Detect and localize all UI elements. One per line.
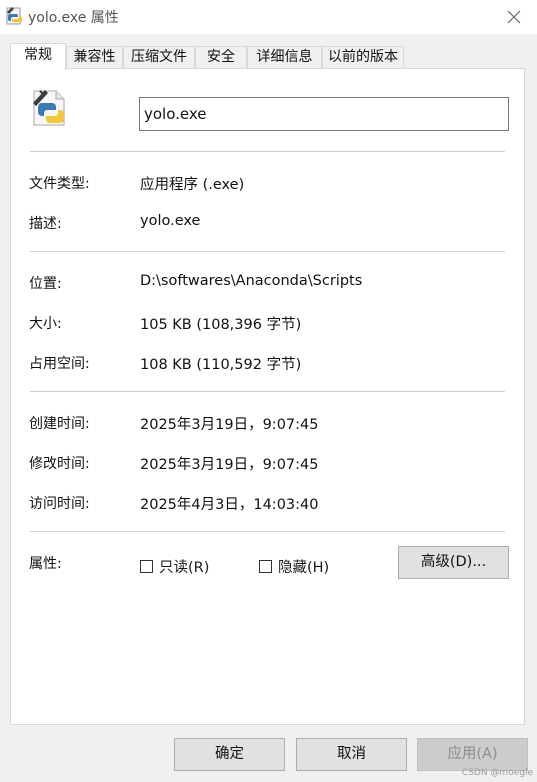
tab-general[interactable]: 常规 bbox=[10, 43, 66, 70]
modified-value: 2025年3月19日，9:07:45 bbox=[140, 457, 319, 473]
close-button[interactable] bbox=[491, 0, 537, 34]
title-bar: yolo.exe 属性 bbox=[0, 0, 537, 34]
cancel-button[interactable]: 取消 bbox=[296, 738, 407, 771]
attributes-label: 属性: bbox=[29, 556, 62, 572]
size-label: 大小: bbox=[29, 316, 62, 332]
apply-button[interactable]: 应用(A) bbox=[417, 738, 528, 771]
size-on-disk-label: 占用空间: bbox=[29, 356, 90, 372]
tab-security[interactable]: 安全 bbox=[195, 46, 247, 68]
file-type-label: 文件类型: bbox=[29, 176, 90, 192]
general-panel: 文件类型: 应用程序 (.exe) 描述: yolo.exe 位置: D:\so… bbox=[10, 68, 525, 725]
advanced-button[interactable]: 高级(D)... bbox=[398, 546, 509, 579]
readonly-checkbox[interactable]: 只读(R) bbox=[140, 556, 209, 577]
readonly-label: 只读(R) bbox=[159, 560, 210, 576]
file-type-value: 应用程序 (.exe) bbox=[140, 177, 245, 193]
divider bbox=[30, 391, 505, 392]
filename-input[interactable] bbox=[139, 97, 509, 131]
window-title: yolo.exe 属性 bbox=[28, 10, 119, 26]
divider bbox=[30, 151, 505, 152]
hidden-checkbox[interactable]: 隐藏(H) bbox=[259, 556, 329, 577]
watermark: CSDN @moegle bbox=[461, 768, 533, 778]
tab-details[interactable]: 详细信息 bbox=[247, 46, 322, 68]
accessed-value: 2025年4月3日，14:03:40 bbox=[140, 497, 319, 513]
tab-previous-versions[interactable]: 以前的版本 bbox=[322, 46, 404, 68]
checkbox-box[interactable] bbox=[259, 560, 272, 573]
size-on-disk-value: 108 KB (110,592 字节) bbox=[140, 357, 302, 373]
tab-compatibility[interactable]: 兼容性 bbox=[66, 46, 123, 68]
location-value: D:\softwares\Anaconda\Scripts bbox=[140, 273, 363, 289]
size-value: 105 KB (108,396 字节) bbox=[140, 317, 302, 333]
description-label: 描述: bbox=[29, 216, 62, 232]
ok-button[interactable]: 确定 bbox=[174, 738, 285, 771]
modified-label: 修改时间: bbox=[29, 456, 90, 472]
accessed-label: 访问时间: bbox=[29, 496, 90, 512]
python-file-icon bbox=[33, 90, 65, 126]
checkbox-box[interactable] bbox=[140, 560, 153, 573]
hidden-label: 隐藏(H) bbox=[278, 560, 330, 576]
description-value: yolo.exe bbox=[140, 213, 201, 229]
created-label: 创建时间: bbox=[29, 416, 90, 432]
created-value: 2025年3月19日，9:07:45 bbox=[140, 417, 319, 433]
divider bbox=[30, 531, 505, 532]
divider bbox=[30, 251, 505, 252]
python-file-icon bbox=[6, 7, 22, 25]
close-icon bbox=[507, 10, 521, 24]
tab-compressed[interactable]: 压缩文件 bbox=[123, 46, 195, 68]
location-label: 位置: bbox=[29, 276, 62, 292]
